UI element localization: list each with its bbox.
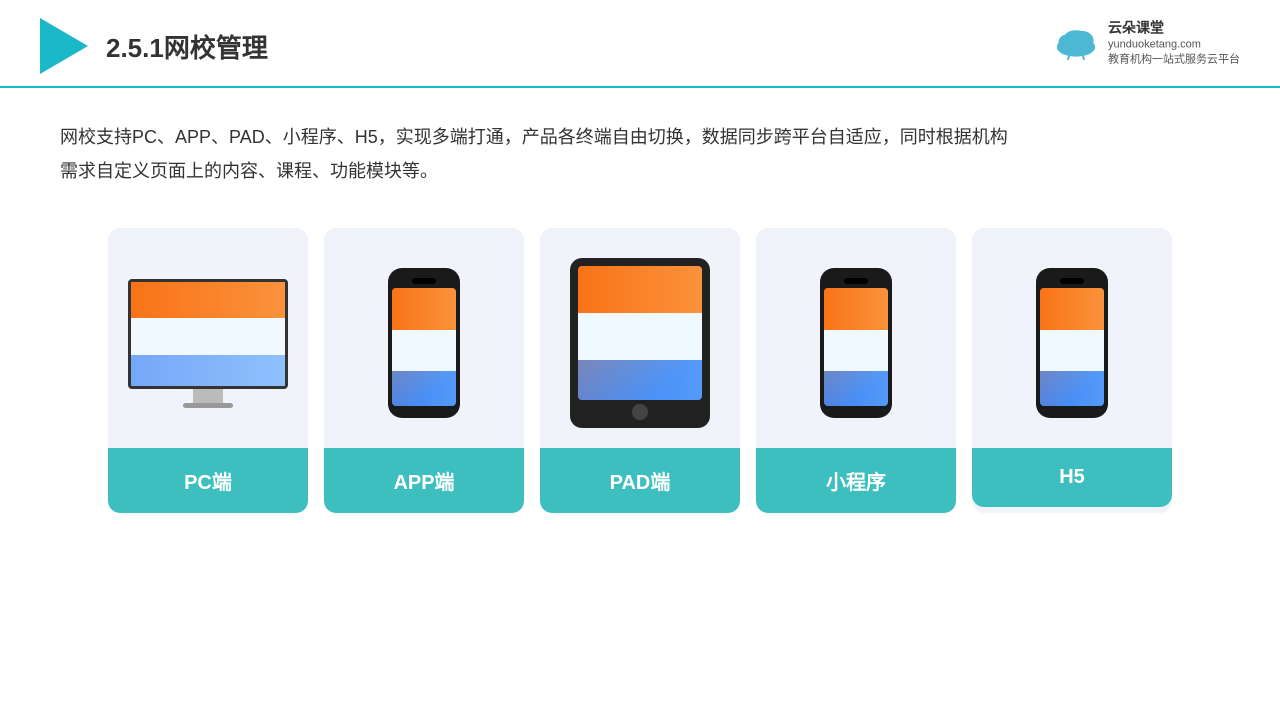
pad-tablet-icon <box>570 258 710 428</box>
h5-phone-icon <box>1036 268 1108 418</box>
description-paragraph: 网校支持PC、APP、PAD、小程序、H5，实现多端打通，产品各终端自由切换，数… <box>60 120 1220 154</box>
page-title: 2.5.1网校管理 <box>106 28 268 65</box>
card-app-label: APP端 <box>324 448 524 513</box>
card-pc-image <box>108 228 308 448</box>
header: 2.5.1网校管理 云朵课堂 yunduoketang.com 教育机构一站式服… <box>0 0 1280 88</box>
card-pad-image <box>540 228 740 448</box>
card-app: APP端 <box>324 228 524 513</box>
brand-name: 云朵课堂 <box>1108 18 1240 38</box>
brand-url: yunduoketang.com <box>1108 38 1240 53</box>
description-text: 网校支持PC、APP、PAD、小程序、H5，实现多端打通，产品各终端自由切换，数… <box>0 88 1280 208</box>
cards-container: PC端 APP端 <box>0 208 1280 533</box>
app-phone-icon <box>388 268 460 418</box>
card-app-image <box>324 228 524 448</box>
card-pc-label: PC端 <box>108 448 308 513</box>
logo-triangle-icon <box>40 18 88 74</box>
card-mini-label: 小程序 <box>756 448 956 513</box>
card-pad: PAD端 <box>540 228 740 513</box>
card-mini-image <box>756 228 956 448</box>
card-h5: H5 <box>972 228 1172 513</box>
brand-logo: 云朵课堂 yunduoketang.com 教育机构一站式服务云平台 <box>1052 18 1240 69</box>
cloud-icon <box>1052 25 1100 61</box>
brand-tagline: 教育机构一站式服务云平台 <box>1108 53 1240 68</box>
pc-monitor-icon <box>128 279 288 408</box>
card-pc: PC端 <box>108 228 308 513</box>
card-h5-label: H5 <box>972 448 1172 507</box>
card-mini: 小程序 <box>756 228 956 513</box>
card-h5-image <box>972 228 1172 448</box>
description-paragraph-2: 需求自定义页面上的内容、课程、功能模块等。 <box>60 154 1220 188</box>
mini-phone-icon <box>820 268 892 418</box>
card-pad-label: PAD端 <box>540 448 740 513</box>
